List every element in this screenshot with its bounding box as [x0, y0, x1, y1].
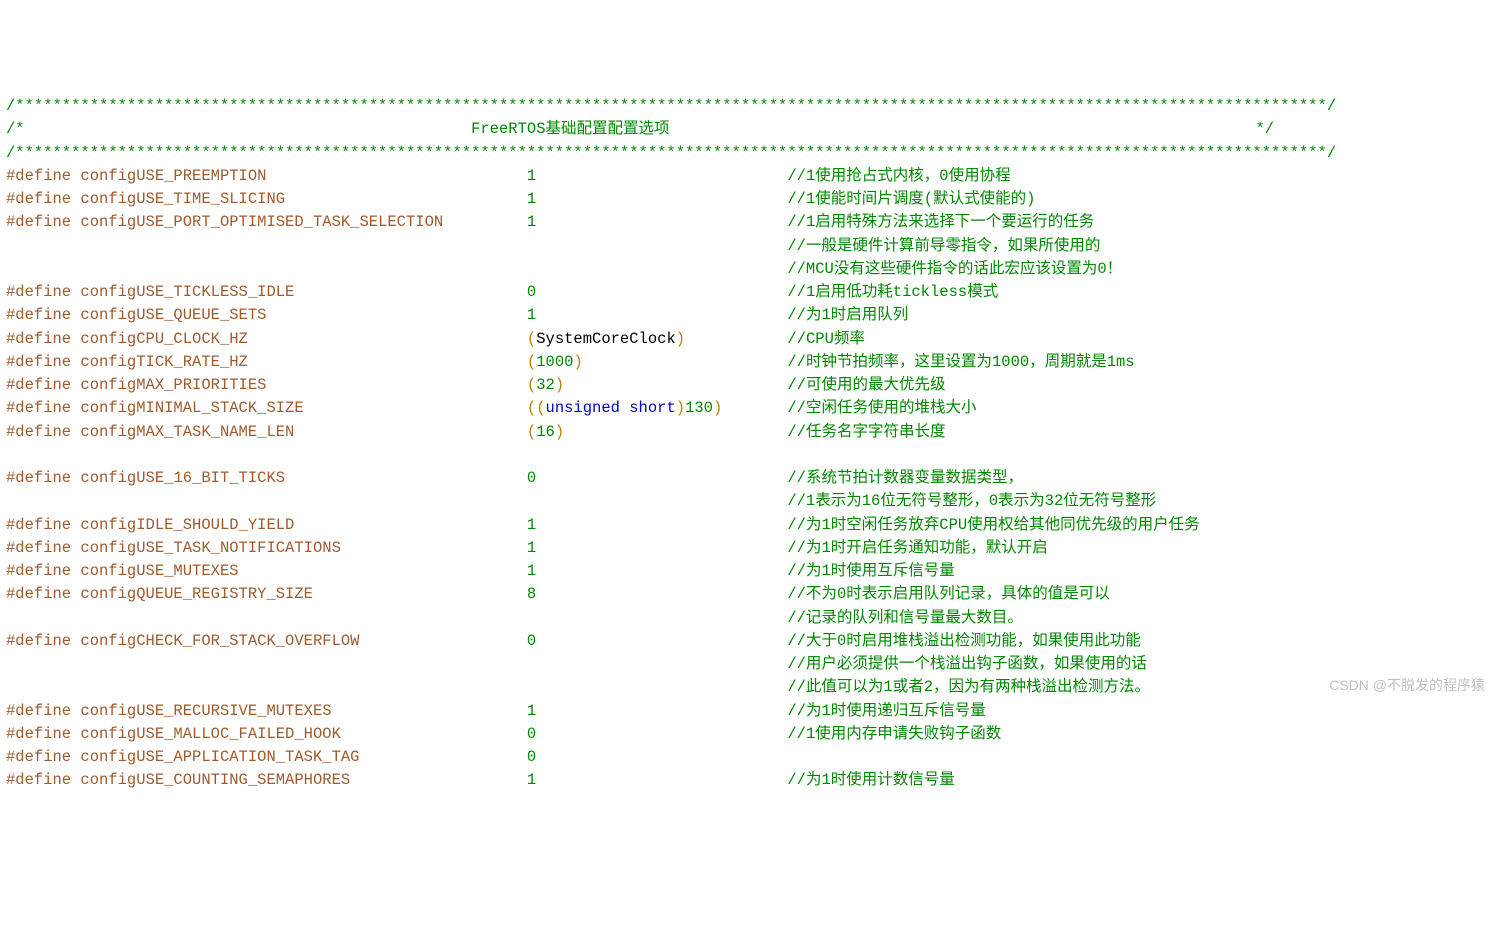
code-line	[6, 444, 1491, 467]
code-line: #define configMAX_TASK_NAME_LEN (16) //任…	[6, 421, 1491, 444]
code-line: #define configUSE_16_BIT_TICKS 0 //系统节拍计…	[6, 467, 1491, 490]
code-line: #define configCHECK_FOR_STACK_OVERFLOW 0…	[6, 630, 1491, 653]
code-line: #define configUSE_TIME_SLICING 1 //1使能时间…	[6, 188, 1491, 211]
code-line: #define configIDLE_SHOULD_YIELD 1 //为1时空…	[6, 514, 1491, 537]
code-line: #define configUSE_MUTEXES 1 //为1时使用互斥信号量	[6, 560, 1491, 583]
code-line: //记录的队列和信号量最大数目。	[6, 607, 1491, 630]
code-line: //用户必须提供一个栈溢出钩子函数，如果使用的话	[6, 653, 1491, 676]
code-block: /***************************************…	[6, 95, 1491, 793]
code-line: #define configUSE_MALLOC_FAILED_HOOK 0 /…	[6, 723, 1491, 746]
code-line: #define configMINIMAL_STACK_SIZE ((unsig…	[6, 397, 1491, 420]
header-title: /* FreeRTOS基础配置配置选项 */	[6, 118, 1491, 141]
code-line: #define configUSE_APPLICATION_TASK_TAG 0	[6, 746, 1491, 769]
code-line: #define configMAX_PRIORITIES (32) //可使用的…	[6, 374, 1491, 397]
code-line: #define configUSE_TASK_NOTIFICATIONS 1 /…	[6, 537, 1491, 560]
code-line: #define configUSE_QUEUE_SETS 1 //为1时启用队列	[6, 304, 1491, 327]
code-line: #define configUSE_PREEMPTION 1 //1使用抢占式内…	[6, 165, 1491, 188]
code-line: #define configTICK_RATE_HZ (1000) //时钟节拍…	[6, 351, 1491, 374]
code-line: #define configUSE_TICKLESS_IDLE 0 //1启用低…	[6, 281, 1491, 304]
header-rule-top: /***************************************…	[6, 95, 1491, 118]
code-line: //一般是硬件计算前导零指令，如果所使用的	[6, 235, 1491, 258]
code-line: #define configUSE_COUNTING_SEMAPHORES 1 …	[6, 769, 1491, 792]
code-line: //MCU没有这些硬件指令的话此宏应该设置为0！	[6, 258, 1491, 281]
code-line: #define configUSE_RECURSIVE_MUTEXES 1 //…	[6, 700, 1491, 723]
header-rule-bot: /***************************************…	[6, 142, 1491, 165]
code-line: //1表示为16位无符号整形，0表示为32位无符号整形	[6, 490, 1491, 513]
code-line: #define configCPU_CLOCK_HZ (SystemCoreCl…	[6, 328, 1491, 351]
code-line: #define configUSE_PORT_OPTIMISED_TASK_SE…	[6, 211, 1491, 234]
code-line: //此值可以为1或者2，因为有两种栈溢出检测方法。	[6, 676, 1491, 699]
code-line: #define configQUEUE_REGISTRY_SIZE 8 //不为…	[6, 583, 1491, 606]
